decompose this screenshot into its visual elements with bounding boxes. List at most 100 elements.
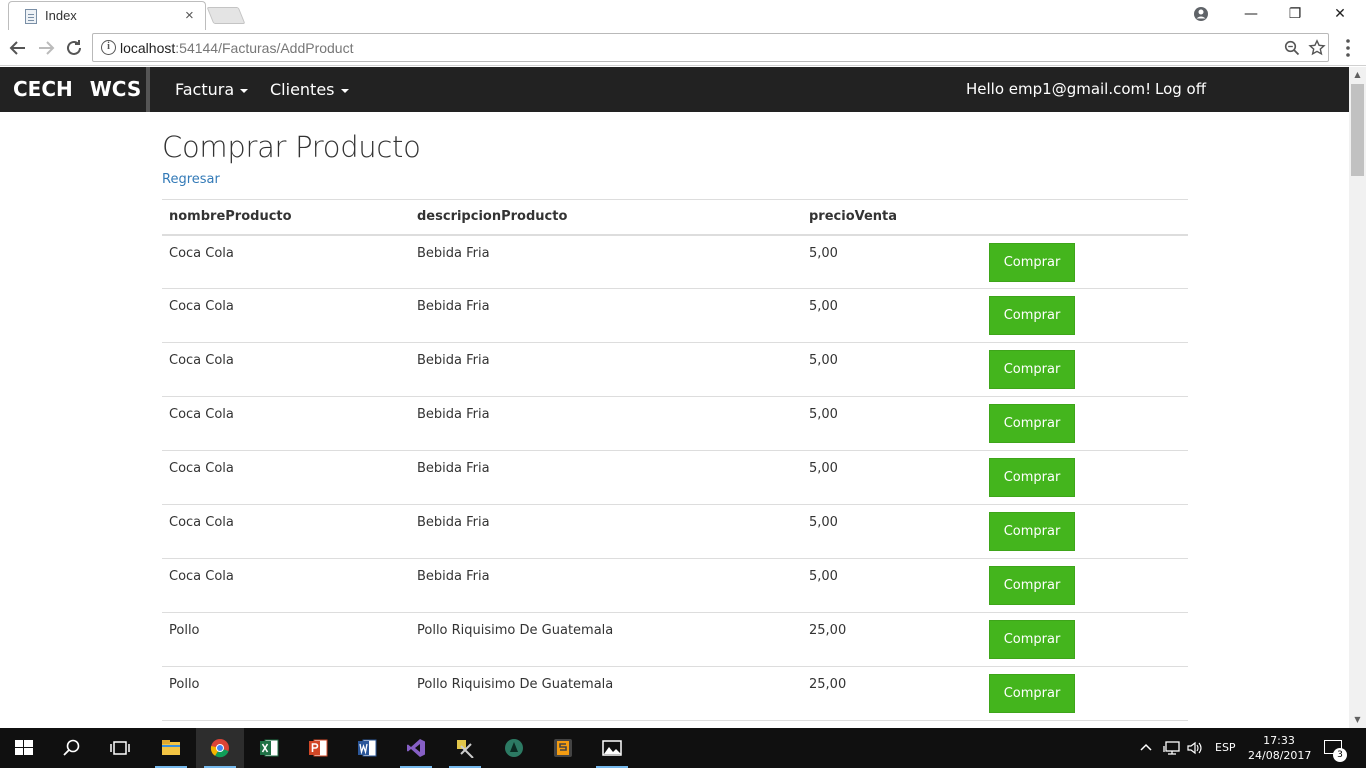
browser-toolbar: i localhost:54144/Facturas/AddProduct	[0, 30, 1366, 66]
taskbar-tools[interactable]	[441, 728, 489, 768]
column-header-actions	[982, 199, 1188, 236]
action-cell: Comprar	[982, 666, 1188, 721]
taskbar-excel[interactable]	[245, 728, 293, 768]
chrome-menu-icon[interactable]	[1340, 38, 1356, 58]
chevron-up-icon[interactable]	[1140, 742, 1152, 752]
scroll-down-arrow-icon[interactable]: ▼	[1349, 712, 1366, 728]
address-bar[interactable]: i localhost:54144/Facturas/AddProduct	[92, 33, 1329, 62]
profile-icon[interactable]	[1193, 6, 1209, 22]
buy-button[interactable]: Comprar	[989, 404, 1075, 443]
notification-count-badge: 3	[1333, 748, 1347, 762]
action-cell: Comprar	[982, 504, 1188, 559]
product-price: 5,00	[802, 234, 982, 289]
product-description: Bebida Fria	[410, 288, 802, 343]
network-icon[interactable]	[1163, 740, 1181, 756]
zoom-icon[interactable]	[1284, 40, 1300, 56]
buy-button[interactable]: Comprar	[989, 350, 1075, 389]
product-price: 5,00	[802, 504, 982, 559]
nav-menu-label: Factura	[175, 80, 235, 99]
product-description: Pollo Riquisimo De Guatemala	[410, 612, 802, 667]
nav-menu-label: Clientes	[270, 80, 335, 99]
product-name: Coca Cola	[162, 396, 410, 451]
product-name: Coca Cola	[162, 288, 410, 343]
taskbar-file-explorer[interactable]	[147, 728, 195, 768]
product-description: Bebida Fria	[410, 234, 802, 289]
product-name: Pollo	[162, 666, 410, 721]
buy-button[interactable]: Comprar	[989, 458, 1075, 497]
back-arrow-icon[interactable]	[6, 36, 30, 60]
taskbar-sublime-text[interactable]	[539, 728, 587, 768]
clock-time: 17:33	[1263, 734, 1295, 747]
buy-button[interactable]: Comprar	[989, 296, 1075, 335]
table-row: Coca Cola Bebida Fria 5,00 Comprar	[162, 396, 1188, 451]
product-description: Pollo Riquisimo De Guatemala	[410, 666, 802, 721]
buy-button[interactable]: Comprar	[989, 512, 1075, 551]
minimize-button[interactable]: —	[1228, 0, 1274, 28]
taskbar-word[interactable]	[343, 728, 391, 768]
close-window-button[interactable]: ✕	[1317, 0, 1363, 28]
action-cell: Comprar	[982, 612, 1188, 667]
restore-button[interactable]: ❐	[1272, 0, 1318, 28]
table-row: Pollo Pollo Riquisimo De Guatemala 25,00…	[162, 612, 1188, 667]
buy-button[interactable]: Comprar	[989, 566, 1075, 605]
excel-icon	[260, 739, 279, 757]
action-cell: Comprar	[982, 342, 1188, 397]
windows-start-icon	[15, 740, 33, 755]
column-header: descripcionProducto	[410, 199, 802, 236]
product-description: Bebida Fria	[410, 396, 802, 451]
input-language[interactable]: ESP	[1215, 741, 1236, 754]
bookmark-star-icon[interactable]	[1308, 39, 1326, 57]
start-button[interactable]	[0, 728, 48, 768]
product-price: 5,00	[802, 450, 982, 505]
taskbar-visual-studio[interactable]	[392, 728, 440, 768]
nav-menu-factura[interactable]: Factura	[175, 67, 249, 112]
browser-tabstrip: Index × — ❐ ✕	[0, 0, 1366, 30]
table-row: Coca Cola Bebida Fria 5,00 Comprar	[162, 504, 1188, 559]
scroll-thumb[interactable]	[1351, 84, 1364, 176]
table-row: Coca Cola Bebida Fria 5,00 Comprar	[162, 342, 1188, 397]
powerpoint-icon	[309, 739, 328, 757]
column-header: precioVenta	[802, 199, 982, 236]
reload-icon[interactable]	[62, 36, 86, 60]
word-icon	[358, 739, 377, 757]
browser-tab[interactable]: Index ×	[8, 1, 206, 30]
brand-logo[interactable]: CECH WCS	[0, 67, 150, 112]
action-cell: Comprar	[982, 558, 1188, 613]
tools-icon	[457, 740, 474, 758]
clock-date: 24/08/2017	[1248, 749, 1312, 762]
taskbar-powerpoint[interactable]	[294, 728, 342, 768]
logoff-link[interactable]: Log off	[1155, 67, 1206, 112]
new-tab-button[interactable]	[206, 7, 246, 24]
product-price: 5,00	[802, 288, 982, 343]
windows-taskbar: ESP 17:33 24/08/2017 3	[0, 728, 1366, 768]
back-link[interactable]: Regresar	[162, 172, 220, 187]
search-icon	[63, 739, 80, 756]
scroll-up-arrow-icon[interactable]: ▲	[1349, 67, 1366, 83]
product-name: Pollo	[162, 612, 410, 667]
buy-button[interactable]: Comprar	[989, 242, 1075, 282]
chrome-icon	[210, 739, 229, 758]
page-scrollbar[interactable]: ▲ ▼	[1349, 67, 1366, 728]
search-button[interactable]	[48, 728, 96, 768]
info-icon[interactable]: i	[101, 40, 116, 55]
forward-arrow-icon[interactable]	[34, 36, 58, 60]
buy-button[interactable]: Comprar	[989, 674, 1075, 713]
taskbar-app[interactable]	[490, 728, 538, 768]
page-icon	[25, 9, 37, 24]
product-description: Bebida Fria	[410, 342, 802, 397]
close-tab-icon[interactable]: ×	[185, 7, 194, 24]
volume-icon[interactable]	[1186, 740, 1202, 756]
products-table: nombreProducto descripcionProducto preci…	[162, 199, 1188, 775]
system-clock[interactable]: 17:33 24/08/2017	[1248, 733, 1312, 763]
product-price: 25,00	[802, 612, 982, 667]
product-name: Coca Cola	[162, 450, 410, 505]
user-greeting-link[interactable]: Hello emp1@gmail.com!	[966, 67, 1151, 112]
product-price: 5,00	[802, 342, 982, 397]
product-name: Coca Cola	[162, 234, 410, 289]
nav-menu-clientes[interactable]: Clientes	[270, 67, 349, 112]
task-view-button[interactable]	[96, 728, 144, 768]
buy-button[interactable]: Comprar	[989, 620, 1075, 659]
table-row: Coca Cola Bebida Fria 5,00 Comprar	[162, 234, 1188, 289]
taskbar-chrome[interactable]	[196, 728, 244, 768]
taskbar-photos[interactable]	[588, 728, 636, 768]
